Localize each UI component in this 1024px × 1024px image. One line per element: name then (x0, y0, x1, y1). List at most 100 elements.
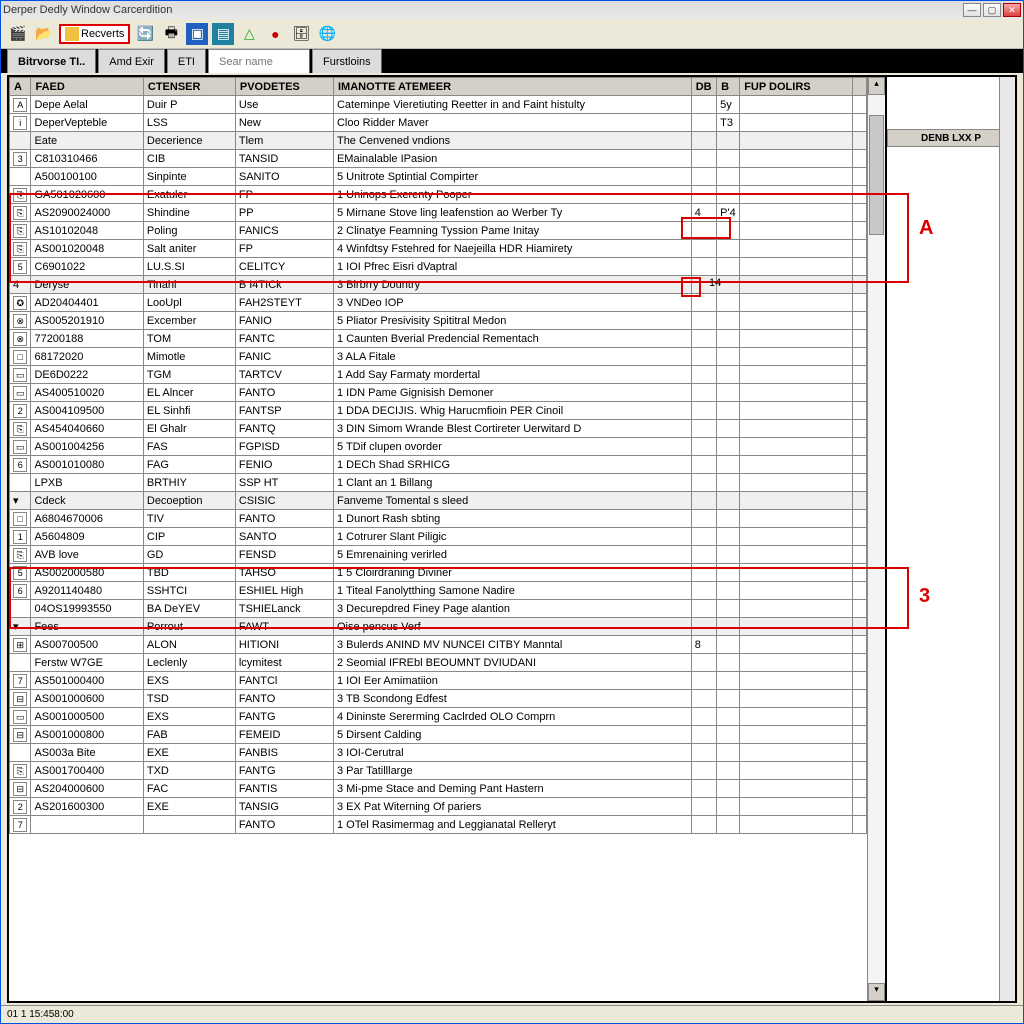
titlebar: Derper Dedly Window Carcerdition — ▢ ✕ (1, 1, 1023, 19)
table-row[interactable]: ▭AS001000500EXSFANTG4 Dininste Sererming… (10, 708, 867, 726)
table-row[interactable]: ⊟AS001000600TSDFANTO3 TB Scondong Edfest (10, 690, 867, 708)
tab-amd-exir[interactable]: Amd Exir (98, 49, 165, 73)
tab-furstloins[interactable]: Furstloins (312, 49, 382, 73)
table-row[interactable]: 7FANTO1 OTel Rasimermag and Leggianatal … (10, 816, 867, 834)
table-row[interactable]: ⊟AS204000600FACFANTIS3 Mi-pme Stace and … (10, 780, 867, 798)
col-ctenser[interactable]: CTENSER (143, 78, 235, 96)
row-icon: ▭ (13, 440, 27, 454)
table-row[interactable]: ⊞AS00700500ALONHITIONI3 Bulerds ANIND MV… (10, 636, 867, 654)
row-icon: ⎘ (13, 188, 27, 202)
table-row[interactable]: ▭AS400510020EL AlncerFANTO1 IDN Pame Gig… (10, 384, 867, 402)
col-db[interactable]: DB (691, 78, 716, 96)
row-icon: 2 (13, 404, 27, 418)
refresh-icon[interactable]: 🔄 (134, 23, 156, 45)
content-area: A FAED CTENSER PVODETES IMANOTTE ATEMEER… (7, 75, 1017, 1003)
database-icon[interactable]: 🗄 (290, 23, 312, 45)
table-row[interactable]: A500100100SinpinteSANITO5 Unitrote Sptin… (10, 168, 867, 186)
scroll-down-icon[interactable]: ▾ (868, 983, 885, 1001)
col-icon[interactable]: A (10, 78, 31, 96)
search-input[interactable] (219, 56, 299, 68)
table-row[interactable]: ⊗AS005201910ExcemberFANIO5 Pliator Presi… (10, 312, 867, 330)
person-icon (65, 27, 79, 41)
scroll-thumb[interactable] (869, 115, 884, 235)
search-tab[interactable] (208, 49, 310, 73)
section-header: EateDecerienceTlemThe Cenvened vndions (10, 132, 867, 150)
table-row[interactable]: ⎘AVB loveGDFENSD5 Emrenaining verirled (10, 546, 867, 564)
film-icon[interactable]: 🎬 (7, 23, 29, 45)
table-row[interactable]: ⎘AS10102048PolingFANICS2 Clinatye Feamni… (10, 222, 867, 240)
table-row[interactable]: ⊟AS001000800FABFEMEID5 Dirsent Calding (10, 726, 867, 744)
row-icon: 1 (13, 530, 27, 544)
warning-icon[interactable]: △ (238, 23, 260, 45)
row-icon: 3 (13, 152, 27, 166)
page-icon[interactable]: ▤ (212, 23, 234, 45)
table-row[interactable]: ▭DE6D0222TGMTARTCV1 Add Say Farmaty mord… (10, 366, 867, 384)
col-fup[interactable]: FUP DOLIRS (740, 78, 852, 96)
table-row[interactable]: AS003a BiteEXEFANBIS3 IOI-Cerutral (10, 744, 867, 762)
table-row[interactable]: 2AS201600300EXETANSIG3 EX Pat Witerning … (10, 798, 867, 816)
table-row[interactable]: ⎘AS2090024000ShindinePP5 Mirnane Stove l… (10, 204, 867, 222)
section-header: ▾CdeckDecoeptionCSISICFanveme Tomental s… (10, 492, 867, 510)
data-table: A FAED CTENSER PVODETES IMANOTTE ATEMEER… (9, 77, 867, 834)
folder-open-icon[interactable]: 📂 (33, 23, 55, 45)
row-icon: ⊗ (13, 332, 27, 346)
table-row[interactable]: ⎘AS001020048Salt aniterFP4 Winfdtsy Fste… (10, 240, 867, 258)
blue-square-icon[interactable]: ▣ (186, 23, 208, 45)
table-row[interactable]: ▭AS001004256FASFGPISD5 TDif clupen ovord… (10, 438, 867, 456)
tab-eti[interactable]: ETI (167, 49, 206, 73)
table-row[interactable]: LPXBBRTHIYSSP HT1 Clant an 1 Billang (10, 474, 867, 492)
table-row[interactable]: Ferstw W7GELeclenlylcymitest2 Seomial IF… (10, 654, 867, 672)
table-row[interactable]: 04OS19993550BA DeYEVTSHIELanck3 Decurepd… (10, 600, 867, 618)
globe-icon[interactable]: 🌐 (316, 23, 338, 45)
info-icon: i (13, 116, 27, 130)
row-icon: ▭ (13, 386, 27, 400)
table-row[interactable]: ADepe AelalDuir PUseCateminpe Vieretiuti… (10, 96, 867, 114)
right-scrollbar[interactable] (999, 77, 1015, 1001)
row-icon: ▭ (13, 710, 27, 724)
table-row[interactable]: 2AS004109500EL SinhfiFANTSP1 DDA DECIJIS… (10, 402, 867, 420)
col-b[interactable]: B (717, 78, 740, 96)
row-icon: 6 (13, 584, 27, 598)
row-icon: ⎘ (13, 242, 27, 256)
table-row[interactable]: 5C6901022LU.S.SICELITCY1 IOI Pfrec Eisri… (10, 258, 867, 276)
table-row[interactable]: □68172020MimotleFANIC3 ALA Fitale (10, 348, 867, 366)
right-header: DENB LXX P (887, 129, 1015, 147)
col-faed[interactable]: FAED (31, 78, 143, 96)
table-row[interactable]: ⎘AS454040660El GhalrFANTQ3 DIN Simom Wra… (10, 420, 867, 438)
scroll-up-icon[interactable]: ▴ (868, 77, 885, 95)
print-icon[interactable]: 🖶 (160, 23, 182, 45)
table-row[interactable]: 5AS002000580TBDTAHSO1 5 Cloirdraning Div… (10, 564, 867, 582)
table-row[interactable]: 3C810310466CIBTANSIDEMainalable IPasion (10, 150, 867, 168)
recents-button[interactable]: Recverts (59, 24, 130, 44)
table-row[interactable]: 6AS001010080FAGFENIO1 DECh Shad SRHICG (10, 456, 867, 474)
vertical-scrollbar[interactable]: ▴ ▾ (867, 77, 885, 1001)
table-row[interactable]: ⎘AS001700400TXDFANTG3 Par Tatilllarge (10, 762, 867, 780)
table-row[interactable]: ✪AD20404401LooUplFAH2STEYT3 VNDeo IOP (10, 294, 867, 312)
maximize-icon[interactable]: ▢ (983, 3, 1001, 17)
table-row[interactable]: 1A5604809CIPSANTO1 Cotrurer Slant Piligi… (10, 528, 867, 546)
minimize-icon[interactable]: — (963, 3, 981, 17)
row-icon: ⊗ (13, 314, 27, 328)
table-row[interactable]: ⎘GA501020600ExatulerFP1 Uninops Exerenty… (10, 186, 867, 204)
col-imanotte[interactable]: IMANOTTE ATEMEER (333, 78, 691, 96)
row-icon: ▭ (13, 368, 27, 382)
row-icon: 6 (13, 458, 27, 472)
table-row[interactable]: □A6804670006TIVFANTO1 Dunort Rash sbting (10, 510, 867, 528)
tab-bitrvorse[interactable]: Bitrvorse TI.. (7, 49, 96, 73)
doc-icon: A (13, 98, 27, 112)
row-icon: 5 (13, 260, 27, 274)
close-icon[interactable]: ✕ (1003, 3, 1021, 17)
scroll-track[interactable] (868, 95, 885, 983)
table-row[interactable]: 6A9201140480SSHTCIESHIEL High1 Titeal Fa… (10, 582, 867, 600)
section-header: 4DeryseTinahlB I4TICk3 Birbrry Dountry (10, 276, 867, 294)
row-icon: ⎘ (13, 548, 27, 562)
table-row[interactable]: 7AS501000400EXSFANTCl1 IOI Eer Amimatiio… (10, 672, 867, 690)
table-row[interactable]: ⊗77200188TOMFANTC1 Caunten Bverial Prede… (10, 330, 867, 348)
col-pvodetes[interactable]: PVODETES (235, 78, 333, 96)
record-icon[interactable]: ● (264, 23, 286, 45)
table-row[interactable]: iDeperVeptebleLSSNewCloo Ridder MaverT3 (10, 114, 867, 132)
row-icon: 7 (13, 818, 27, 832)
row-icon: 5 (13, 566, 27, 580)
row-icon: □ (13, 350, 27, 364)
grid-area[interactable]: A FAED CTENSER PVODETES IMANOTTE ATEMEER… (9, 77, 867, 1001)
